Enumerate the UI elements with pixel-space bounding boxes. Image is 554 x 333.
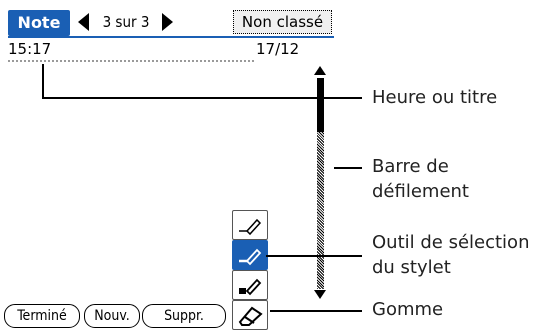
new-button[interactable]: Nouv. [84,304,140,328]
scroll-up-arrow-icon[interactable] [314,66,326,75]
pen-medium-button[interactable] [232,240,268,270]
pen-thin-button[interactable] [232,210,268,240]
callout-stylus-line2: du stylet [372,257,451,278]
page-indicator: 3 sur 3 [102,13,150,31]
pen-thick-icon [239,278,262,296]
scrollbar-thumb[interactable] [317,78,324,132]
eraser-button[interactable] [232,300,268,330]
note-date: 17/12 [256,40,300,58]
callout-line-eraser [270,310,362,312]
callout-stylus-line1: Outil de sélection [372,232,530,253]
pen-thick-button[interactable] [232,270,268,300]
callout-line-scrollbar [334,167,362,169]
scroll-down-arrow-icon[interactable] [314,290,326,299]
header-divider [8,60,254,62]
callout-line-time-vertical [42,64,44,98]
pen-thin-icon [239,218,262,236]
done-button[interactable]: Terminé [4,304,80,328]
category-selector[interactable]: Non classé [233,10,332,34]
callout-line-stylus [266,255,362,257]
callout-line-time-horizontal [42,97,362,99]
scrollbar-track[interactable] [317,132,324,289]
callout-scrollbar-line2: défilement [372,181,469,202]
stylus-tool-panel [232,210,268,332]
arrow-right-icon[interactable] [162,13,173,31]
eraser-icon [238,306,263,326]
app-title-tab[interactable]: Note [8,10,70,36]
title-bar-underline [8,36,334,38]
callout-eraser: Gomme [372,299,444,320]
pen-medium-icon [239,248,262,266]
palm-note-screen: Note 3 sur 3 Non classé 15:17 17/12 Term… [0,0,340,332]
callout-time-title: Heure ou titre [372,87,498,108]
note-time: 15:17 [8,40,52,58]
arrow-left-icon[interactable] [78,13,89,31]
delete-button[interactable]: Suppr. [142,304,226,328]
callout-scrollbar-line1: Barre de [372,156,449,177]
